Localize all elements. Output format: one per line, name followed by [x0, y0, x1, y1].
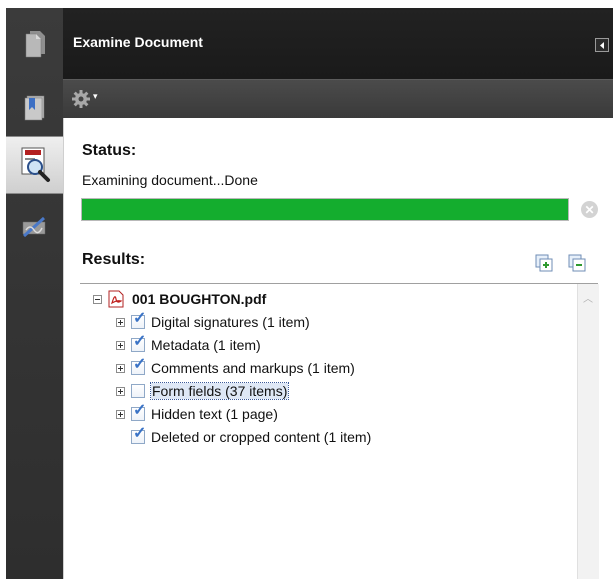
- pdf-file-icon: [108, 290, 124, 308]
- status-message: Examining document...Done: [82, 172, 258, 188]
- tree-item-label: Hidden text (1 page): [151, 406, 278, 422]
- scroll-up-icon[interactable]: ︿: [583, 290, 593, 305]
- panel-title: Examine Document: [73, 34, 203, 50]
- tree-item[interactable]: ✓ Metadata (1 item): [116, 334, 261, 356]
- expand-node-icon[interactable]: [116, 386, 125, 396]
- vertical-scrollbar[interactable]: ︿: [577, 284, 599, 579]
- tree-item[interactable]: Form fields (37 items): [116, 380, 290, 402]
- checkmark-icon: ✓: [133, 425, 147, 442]
- progress-bar: [81, 198, 569, 221]
- checkmark-icon: ✓: [133, 402, 147, 419]
- collapse-all-icon: [568, 254, 586, 272]
- tree-item-label: Comments and markups (1 item): [151, 360, 355, 376]
- expand-node-icon[interactable]: [116, 409, 125, 419]
- tree-item[interactable]: ✓ Deleted or cropped content (1 item): [116, 426, 371, 448]
- collapse-all-button[interactable]: [568, 254, 586, 272]
- expand-node-icon[interactable]: [116, 363, 125, 373]
- progress-fill: [82, 199, 568, 220]
- checkmark-icon: ✓: [133, 356, 147, 373]
- tree-item[interactable]: ✓ Hidden text (1 page): [116, 403, 278, 425]
- expand-node-icon[interactable]: [116, 340, 125, 350]
- bookmarks-icon: [24, 95, 44, 121]
- signatures-icon: [22, 216, 45, 238]
- close-icon: ✕: [584, 202, 595, 217]
- tree-item-label: Metadata (1 item): [151, 337, 261, 353]
- panel-content: Status: Examining document...Done ✕ Resu…: [63, 118, 613, 579]
- checkbox[interactable]: ✓: [131, 334, 146, 352]
- expand-all-button[interactable]: [535, 254, 553, 272]
- bookmarks-button[interactable]: [6, 83, 63, 131]
- cancel-button[interactable]: ✕: [581, 201, 598, 218]
- examine-document-button[interactable]: [6, 136, 63, 194]
- panel-toolbar: ▾: [63, 79, 613, 118]
- checkbox[interactable]: ✓: [131, 426, 146, 444]
- collapse-panel-button[interactable]: [595, 38, 609, 52]
- navigation-rail: [6, 8, 63, 579]
- chevron-down-icon: ▾: [93, 90, 98, 101]
- tree-item-label: Deleted or cropped content (1 item): [151, 429, 372, 445]
- collapse-node-icon[interactable]: [93, 294, 102, 304]
- status-heading: Status:: [82, 142, 137, 159]
- checkmark-icon: ✓: [133, 333, 147, 350]
- checkmark-icon: ✓: [133, 310, 147, 327]
- tree-root-file[interactable]: 001 BOUGHTON.pdf: [93, 288, 266, 310]
- checkbox[interactable]: ✓: [131, 311, 146, 329]
- checkbox[interactable]: [131, 384, 145, 398]
- gear-icon: [72, 90, 90, 108]
- examine-document-icon: [21, 147, 50, 182]
- expand-all-icon: [535, 254, 553, 272]
- expand-node-icon[interactable]: [116, 317, 125, 327]
- collapse-arrow-icon: [600, 41, 604, 49]
- tree-item-label: Digital signatures (1 item): [151, 314, 310, 330]
- checkbox[interactable]: ✓: [131, 357, 146, 375]
- examine-document-panel: Examine Document ▾ Status: Examining doc…: [63, 8, 613, 579]
- signatures-button[interactable]: [6, 204, 63, 252]
- tree-item[interactable]: ✓ Digital signatures (1 item): [116, 311, 310, 333]
- results-tree: 001 BOUGHTON.pdf ✓ Digital signatures (1…: [80, 284, 577, 579]
- checkbox[interactable]: ✓: [131, 403, 146, 421]
- tree-item[interactable]: ✓ Comments and markups (1 item): [116, 357, 355, 379]
- results-heading: Results:: [82, 251, 146, 268]
- file-name: 001 BOUGHTON.pdf: [132, 291, 267, 307]
- tree-item-label: Form fields (37 items): [149, 382, 290, 400]
- page-thumbnails-icon: [25, 31, 45, 58]
- options-menu-button[interactable]: ▾: [71, 87, 105, 111]
- page-thumbnails-button[interactable]: [6, 20, 63, 68]
- panel-header: Examine Document: [63, 8, 613, 79]
